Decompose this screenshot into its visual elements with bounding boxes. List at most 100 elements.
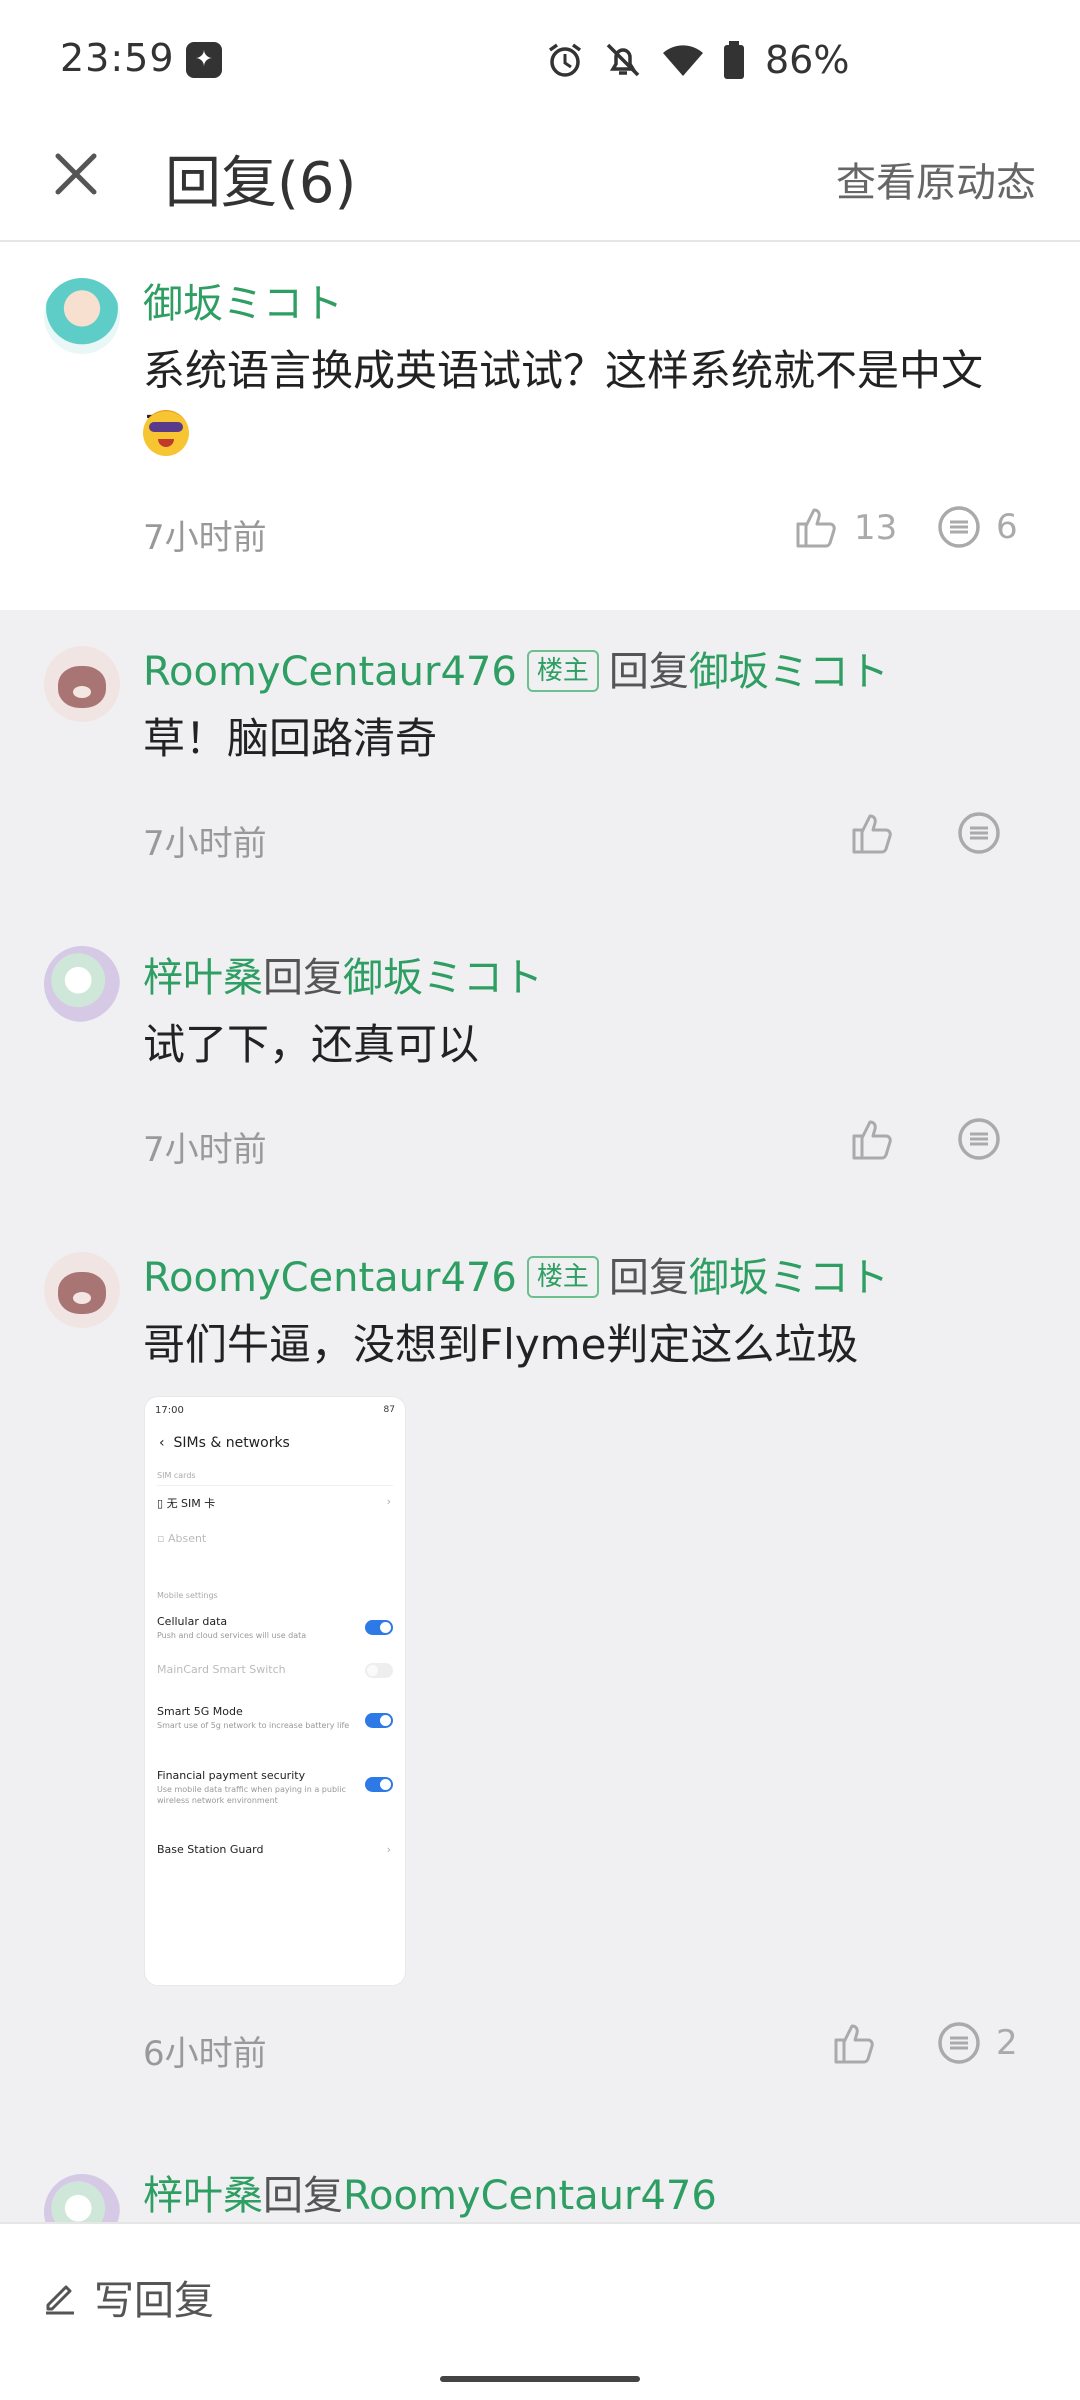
toggle-switch-icon xyxy=(365,1777,393,1792)
reply-text: 草！脑回路清奇 xyxy=(143,714,438,763)
shot-title: ‹ SIMs & networks xyxy=(159,1435,290,1451)
reply-count: 6 xyxy=(996,507,1018,547)
shot-row-absent: ▫ Absent xyxy=(157,1532,207,1545)
reply-item: 梓叶桑回复RoomyCentaur476 xyxy=(0,2144,1080,2222)
view-original-link[interactable]: 查看原动态 xyxy=(836,150,1036,208)
reply-text: 哥们牛逼，没想到Flyme判定这么垃圾 xyxy=(143,1320,859,1369)
comment-author[interactable]: 御坂ミコト xyxy=(143,276,343,332)
reply-author[interactable]: RoomyCentaur476 xyxy=(143,1255,517,1301)
reply-time: 6小时前 xyxy=(143,2034,267,2074)
close-button[interactable] xyxy=(46,144,106,204)
shot-status-time: 17:00 xyxy=(155,1405,184,1416)
like-button[interactable] xyxy=(848,1116,896,1164)
close-icon xyxy=(55,153,97,195)
bell-off-icon xyxy=(606,43,640,77)
reply-to-user[interactable]: 御坂ミコト xyxy=(689,1255,889,1301)
shot-row-maincard: MainCard Smart Switch xyxy=(157,1663,286,1676)
shot-row-5g: Smart 5G Mode xyxy=(157,1705,243,1718)
alarm-icon xyxy=(548,43,582,77)
reply-header: RoomyCentaur476 楼主 回复御坂ミコト xyxy=(143,1250,889,1306)
avatar[interactable] xyxy=(44,646,120,722)
thumbs-up-icon xyxy=(796,508,836,548)
thumbs-up-icon xyxy=(852,814,892,854)
like-button[interactable]: 13 xyxy=(792,504,897,552)
status-bar: 23:59 ✦ 86% xyxy=(0,0,1080,120)
shot-section-mobile: Mobile settings xyxy=(157,1591,218,1600)
like-count: 13 xyxy=(854,508,898,548)
comment-time: 7小时前 xyxy=(143,518,267,558)
shot-row-absent-text: Absent xyxy=(167,1532,207,1545)
thumbs-up-icon xyxy=(852,1120,892,1160)
reply-item: RoomyCentaur476 楼主 回复御坂ミコト 哥们牛逼，没想到Flyme判定… xyxy=(0,1222,1080,2144)
reply-count: 2 xyxy=(996,2023,1018,2063)
avatar[interactable] xyxy=(44,946,120,1022)
reply-button[interactable] xyxy=(956,810,1002,856)
reply-author[interactable]: RoomyCentaur476 xyxy=(143,649,517,695)
op-badge: 楼主 xyxy=(526,650,599,692)
shot-status-battery: 87 xyxy=(383,1405,395,1415)
top-comment: 御坂ミコト 系统语言换成英语试试？这样系统就不是中文了 7小时前 13 6 xyxy=(0,242,1080,610)
reply-word: 回复 xyxy=(608,1255,689,1301)
bottom-bar: 写回复 xyxy=(0,2222,1080,2400)
reply-text: 试了下，还真可以 xyxy=(143,1020,480,1069)
shot-desc-cellular: Push and cloud services will use data xyxy=(157,1631,307,1640)
reply-count-button[interactable]: 2 xyxy=(936,2020,1018,2066)
shot-desc-payment: Use mobile data traffic when paying in a… xyxy=(157,1785,346,1805)
chevron-right-icon: › xyxy=(386,1843,391,1856)
comment-icon xyxy=(958,812,1000,854)
battery-icon xyxy=(724,41,744,79)
reply-to-user[interactable]: 御坂ミコト xyxy=(343,955,543,1001)
write-reply-button[interactable]: 写回复 xyxy=(40,2268,214,2326)
header: 回复(6) 查看原动态 xyxy=(0,120,1080,242)
avatar[interactable] xyxy=(44,1252,120,1328)
like-button[interactable] xyxy=(830,2020,878,2068)
comment-icon xyxy=(958,1118,1000,1160)
reply-header: 梓叶桑回复RoomyCentaur476 xyxy=(143,2168,717,2222)
reply-item: RoomyCentaur476 楼主 回复御坂ミコト 草！脑回路清奇 7小时前 xyxy=(0,610,1080,916)
shot-row-payment: Financial payment security xyxy=(157,1769,306,1782)
shot-row-no-sim-text: 无 SIM 卡 xyxy=(166,1497,216,1510)
shot-row-base-station: Base Station Guard xyxy=(157,1843,264,1856)
home-indicator[interactable] xyxy=(440,2376,640,2382)
comment-text: 系统语言换成英语试试？这样系统就不是中文了 xyxy=(143,346,984,457)
thumbs-up-icon xyxy=(834,2024,874,2064)
reply-time: 7小时前 xyxy=(143,1130,267,1170)
comment-icon xyxy=(938,2022,980,2064)
attached-screenshot[interactable]: 17:00 87 ‹ SIMs & networks SIM cards ▯ 无… xyxy=(144,1396,406,1986)
avatar[interactable] xyxy=(44,2174,120,2222)
reply-button[interactable] xyxy=(956,1116,1002,1162)
shot-row-cellular: Cellular data xyxy=(157,1615,228,1628)
reply-time: 7小时前 xyxy=(143,824,267,864)
reply-to-user[interactable]: RoomyCentaur476 xyxy=(343,2173,717,2219)
avatar[interactable] xyxy=(44,278,120,354)
reply-author[interactable]: 梓叶桑 xyxy=(143,2173,263,2219)
toggle-switch-icon xyxy=(365,1663,393,1678)
reply-header: RoomyCentaur476 楼主 回复御坂ミコト xyxy=(143,644,889,700)
shot-row-no-sim: ▯ 无 SIM 卡 xyxy=(157,1497,216,1510)
reply-word: 回复 xyxy=(263,955,343,1001)
toggle-switch-icon xyxy=(365,1620,393,1635)
like-button[interactable] xyxy=(848,810,896,858)
reply-header: 梓叶桑回复御坂ミコト xyxy=(143,950,543,1006)
reply-count-button[interactable]: 6 xyxy=(936,504,1018,550)
reply-word: 回复 xyxy=(608,649,689,695)
status-time: 23:59 xyxy=(60,36,175,80)
reply-list[interactable]: 御坂ミコト 系统语言换成英语试试？这样系统就不是中文了 7小时前 13 6 Ro… xyxy=(0,242,1080,2222)
shot-divider xyxy=(157,1485,393,1486)
pencil-icon xyxy=(46,2285,74,2315)
notification-app-icon: ✦ xyxy=(186,42,222,78)
reply-author[interactable]: 梓叶桑 xyxy=(143,955,263,1001)
page-title: 回复(6) xyxy=(165,151,357,216)
toggle-switch-icon xyxy=(365,1713,393,1728)
comment-icon xyxy=(938,506,980,548)
emoji-icon xyxy=(143,410,189,456)
op-badge: 楼主 xyxy=(526,1256,599,1298)
shot-title-text: SIMs & networks xyxy=(173,1435,290,1451)
write-reply-label: 写回复 xyxy=(94,2278,214,2324)
status-icons: 86% xyxy=(545,38,849,82)
reply-item: 梓叶桑回复御坂ミコト 试了下，还真可以 7小时前 xyxy=(0,916,1080,1222)
chevron-right-icon: › xyxy=(386,1495,391,1508)
shot-section-sim: SIM cards xyxy=(157,1471,196,1480)
reply-to-user[interactable]: 御坂ミコト xyxy=(689,649,889,695)
wifi-icon xyxy=(663,45,703,76)
